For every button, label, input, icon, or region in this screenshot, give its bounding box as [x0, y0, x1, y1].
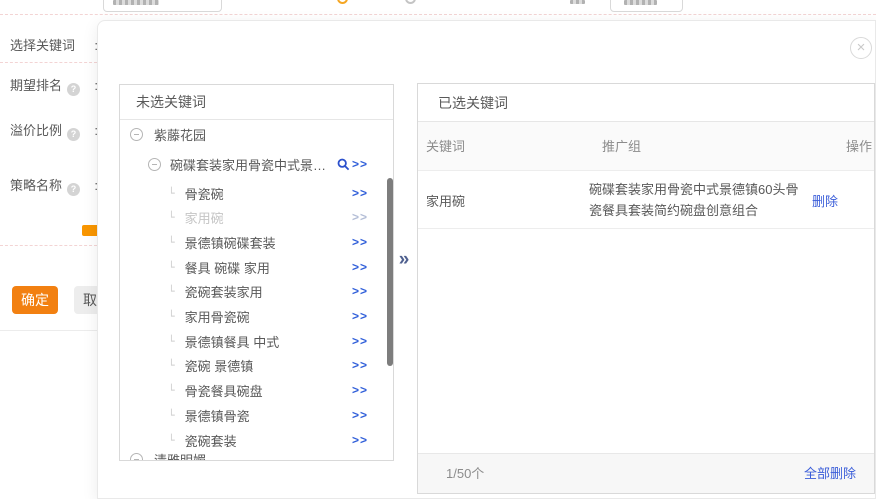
keyword-row: └ 餐具 碗碟 家用 >>	[120, 255, 393, 279]
add-all-keywords-button[interactable]: >>	[352, 157, 368, 171]
row-separator	[0, 62, 97, 63]
branch-icon: └	[168, 211, 175, 224]
search-icon[interactable]	[337, 158, 350, 171]
add-keyword-button[interactable]: >>	[352, 186, 368, 200]
tree-group-row[interactable]: 紫藤花园	[120, 122, 393, 146]
row-separator	[0, 14, 876, 15]
hidden-orange-button[interactable]	[82, 225, 97, 236]
panel-title: 未选关键词	[120, 85, 393, 120]
branch-icon: └	[168, 285, 175, 298]
redacted-text	[624, 0, 657, 5]
help-icon[interactable]: ?	[67, 83, 80, 96]
column-header-action: 操作	[846, 122, 872, 171]
row-separator	[0, 245, 97, 246]
confirm-button[interactable]: 确定	[12, 286, 58, 314]
table-row: 家用碗 碗碟套装家用骨瓷中式景德镇60头骨瓷餐具套装简约碗盘创意组合 删除	[418, 171, 874, 229]
branch-icon: └	[168, 187, 175, 200]
keyword-count: 1/50个	[446, 454, 484, 494]
add-keyword-button[interactable]: >>	[352, 309, 368, 323]
selected-keywords-panel: 已选关键词 关键词 推广组 操作 家用碗 碗碟套装家用骨瓷中式景德镇60头骨瓷餐…	[417, 83, 875, 494]
form-label-strategy-name: 策略名称? :	[10, 178, 107, 194]
close-icon[interactable]: ×	[850, 37, 872, 59]
redacted-text	[113, 0, 159, 5]
keyword-row: └ 骨瓷餐具碗盘 >>	[120, 378, 393, 402]
keyword-label: 瓷碗套装家用	[185, 282, 263, 301]
label-text: 策略名称	[10, 178, 62, 194]
add-keyword-button[interactable]: >>	[352, 260, 368, 274]
add-keyword-button[interactable]: >>	[352, 358, 368, 372]
keyword-row-disabled: └ 家用碗 >>	[120, 205, 393, 229]
column-header-keyword: 关键词	[426, 122, 465, 171]
add-keyword-button[interactable]: >>	[352, 433, 368, 447]
delete-all-button[interactable]: 全部删除	[804, 454, 856, 494]
keyword-label: 家用骨瓷碗	[185, 307, 250, 326]
help-icon[interactable]: ?	[67, 128, 80, 141]
collapse-icon[interactable]	[130, 128, 143, 141]
keyword-row: └ 景德镇餐具 中式 >>	[120, 329, 393, 353]
form-label-premium-ratio: 溢价比例? :	[10, 123, 107, 139]
branch-icon: └	[168, 261, 175, 274]
group-label: 紫藤花园	[154, 125, 206, 144]
move-right-icon[interactable]: »	[393, 248, 415, 272]
radio-icon-orange[interactable]	[337, 0, 348, 4]
branch-icon: └	[168, 236, 175, 249]
keyword-label: 餐具 碗碟 家用	[185, 258, 270, 277]
branch-icon: └	[168, 335, 175, 348]
group-label: 清雅明媚	[154, 450, 206, 462]
column-header-adgroup: 推广组	[602, 122, 641, 171]
unselected-keywords-panel: 未选关键词 紫藤花园 碗碟套装家用骨瓷中式景德镇60头骨瓷餐具套装简约碗盘创意组…	[119, 84, 394, 461]
radio-icon-gray[interactable]	[405, 0, 416, 4]
label-text: 溢价比例	[10, 123, 62, 139]
help-icon[interactable]: ?	[67, 183, 80, 196]
form-label-keywords: 选择关键词 :	[10, 38, 107, 54]
panel-title: 已选关键词	[418, 84, 874, 122]
add-keyword-button[interactable]: >>	[352, 383, 368, 397]
keyword-row: └ 骨瓷碗 >>	[120, 181, 393, 205]
add-keyword-button[interactable]: >>	[352, 334, 368, 348]
add-keyword-button[interactable]: >>	[352, 284, 368, 298]
branch-icon: └	[168, 409, 175, 422]
keyword-label: 瓷碗 景德镇	[185, 356, 254, 375]
label-text: 期望排名	[10, 78, 62, 94]
delete-keyword-button[interactable]: 删除	[812, 191, 838, 210]
panel-footer: 1/50个 全部删除	[418, 453, 874, 493]
branch-icon: └	[168, 310, 175, 323]
scrollbar-thumb[interactable]	[387, 178, 393, 366]
branch-icon: └	[168, 359, 175, 372]
cell-adgroup: 碗碟套装家用骨瓷中式景德镇60头骨瓷餐具套装简约碗盘创意组合	[589, 179, 801, 221]
add-keyword-button[interactable]: >>	[352, 235, 368, 249]
keyword-picker-dialog: × 未选关键词 紫藤花园 碗碟套装家用骨瓷中式景德镇60头骨瓷餐具套装简约碗盘创…	[97, 20, 876, 499]
redacted-text	[570, 0, 585, 4]
keyword-row: └ 瓷碗 景德镇 >>	[120, 353, 393, 377]
keyword-label: 骨瓷餐具碗盘	[185, 381, 263, 400]
keyword-label: 家用碗	[185, 208, 224, 227]
campaign-label: 碗碟套装家用骨瓷中式景德镇60头骨瓷餐具套装简约碗盘创意组合	[170, 155, 335, 174]
collapse-icon[interactable]	[130, 453, 143, 462]
branch-icon: └	[168, 384, 175, 397]
form-label-expected-rank: 期望排名? :	[10, 78, 107, 94]
cell-keyword: 家用碗	[426, 171, 465, 229]
keyword-label: 景德镇餐具 中式	[185, 332, 280, 351]
tree-campaign-row[interactable]: 碗碟套装家用骨瓷中式景德镇60头骨瓷餐具套装简约碗盘创意组合 >>	[120, 152, 393, 176]
page-root: 选择关键词 : 期望排名? : 溢价比例? : 策略名称? : 确定 取消 × …	[0, 0, 876, 499]
table-header: 关键词 推广组 操作	[418, 122, 874, 171]
section-divider	[0, 330, 97, 331]
keyword-label: 景德镇碗碟套装	[185, 233, 276, 252]
branch-icon: └	[168, 434, 175, 447]
keyword-row: └ 家用骨瓷碗 >>	[120, 304, 393, 328]
keyword-row: └ 景德镇碗碟套装 >>	[120, 230, 393, 254]
add-keyword-button: >>	[352, 210, 368, 224]
keyword-row: └ 瓷碗套装家用 >>	[120, 279, 393, 303]
keyword-label: 骨瓷碗	[185, 184, 224, 203]
keyword-row: └ 景德镇骨瓷 >>	[120, 403, 393, 427]
add-keyword-button[interactable]: >>	[352, 408, 368, 422]
collapse-icon[interactable]	[148, 158, 161, 171]
tree-group-row-clipped[interactable]: 清雅明媚	[120, 447, 393, 461]
label-text: 选择关键词	[10, 38, 75, 54]
keyword-label: 景德镇骨瓷	[185, 406, 250, 425]
